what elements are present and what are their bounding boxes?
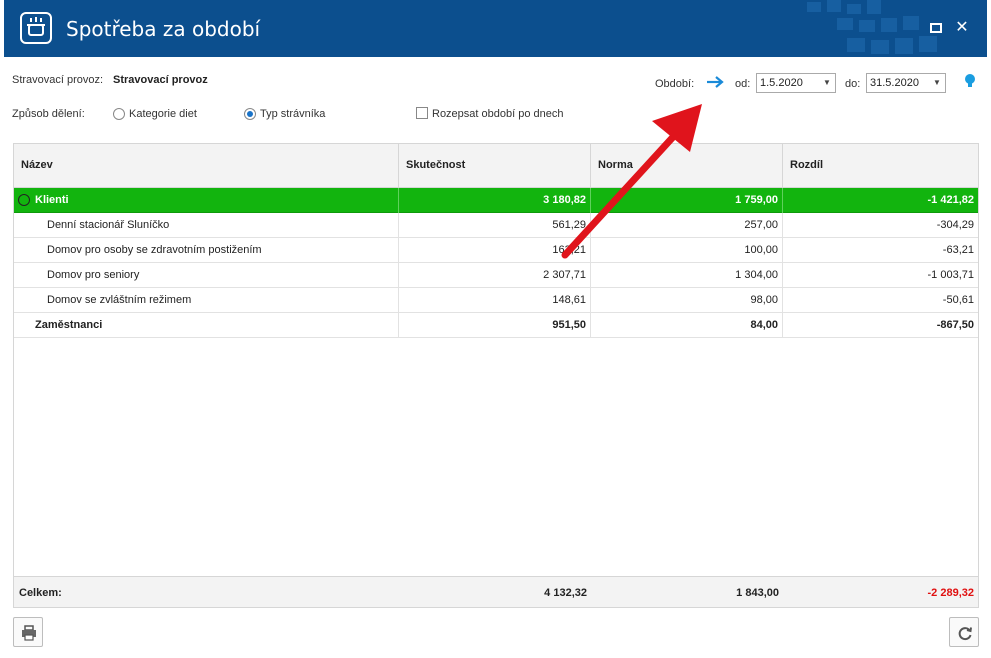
cell-nazev: Denní stacionář Sluníčko [14,213,399,238]
cell-norma: 98,00 [591,288,783,313]
footer-skutecnost: 4 132,32 [544,587,587,599]
column-header-skutecnost[interactable]: Skutečnost [399,144,591,187]
rozepsat-checkbox[interactable] [416,107,428,119]
column-header-norma[interactable]: Norma [591,144,783,187]
cell-rozdil: -867,50 [936,319,974,331]
arrow-right-icon[interactable] [706,75,724,89]
cell-norma: 1 759,00 [591,188,783,213]
table-row[interactable]: Domov se zvláštním režimem 148,61 98,00 … [14,288,978,313]
obdobi-label: Období: [655,78,695,90]
od-date-value: 1.5.2020 [760,77,803,89]
cell-norma: 257,00 [591,213,783,238]
grid-header: Název Skutečnost Norma Rozdíl [14,144,978,188]
cell-nazev: Domov se zvláštním režimem [14,288,399,313]
radio-kategorie-diet-label[interactable]: Kategorie diet [129,108,197,120]
cell-norma: 1 304,00 [591,263,783,288]
cell-rozdil: -1 421,82 [927,194,974,206]
refresh-button[interactable] [949,617,979,647]
do-date-field[interactable]: 31.5.2020 ▼ [866,73,946,93]
grid-footer: Celkem: 4 132,32 1 843,00 -2 289,32 [14,576,978,607]
cell-skutecnost: 3 180,82 [399,188,591,213]
radio-kategorie-diet[interactable] [113,108,125,120]
pot-icon [20,12,52,44]
od-label: od: [735,78,751,90]
provoz-value: Stravovací provoz [113,74,208,86]
column-header-nazev[interactable]: Název [14,144,399,187]
rozepsat-checkbox-label[interactable]: Rozepsat období po dnech [432,108,564,120]
cell-skutecnost: 2 307,71 [399,263,591,288]
cell-norma: 84,00 [591,313,783,338]
cell-rozdil: -63,21 [942,244,974,256]
deleni-label: Způsob dělení: [12,108,85,120]
window-title: Spotřeba za období [66,17,261,41]
lightbulb-icon[interactable] [964,73,976,89]
table-row[interactable]: Denní stacionář Sluníčko 561,29 257,00 -… [14,213,978,238]
do-date-value: 31.5.2020 [870,77,919,89]
cell-skutecnost: 951,50 [399,313,591,338]
cell-skutecnost: 163,21 [399,238,591,263]
cell-nazev: Domov pro seniory [14,263,399,288]
refresh-icon [958,627,972,641]
radio-typ-stravnika-label[interactable]: Typ strávníka [260,108,325,120]
od-dropdown-icon[interactable]: ▼ [819,74,835,92]
cell-nazev: Domov pro osoby se zdravotním postižením [14,238,399,263]
titlebar-pattern [807,0,937,54]
cell-rozdil: -1 003,71 [927,269,974,281]
footer-label: Celkem: [19,587,62,599]
od-date-field[interactable]: 1.5.2020 ▼ [756,73,836,93]
table-row-bold[interactable]: Zaměstnanci 951,50 84,00 -867,50 [14,313,978,338]
cell-skutecnost: 561,29 [399,213,591,238]
do-label: do: [845,78,861,90]
table-row[interactable]: Domov pro osoby se zdravotním postižením… [14,238,978,263]
footer-rozdil: -2 289,32 [927,587,974,599]
cell-nazev: Klienti [14,188,399,213]
close-icon[interactable]: ✕ [954,20,970,36]
cell-skutecnost: 148,61 [399,288,591,313]
provoz-label: Stravovací provoz: [12,74,104,86]
cell-norma: 100,00 [591,238,783,263]
radio-typ-stravnika[interactable] [244,108,256,120]
column-header-rozdil[interactable]: Rozdíl [783,144,978,187]
data-grid: Název Skutečnost Norma Rozdíl Klienti 3 … [13,143,979,608]
table-row[interactable]: Domov pro seniory 2 307,71 1 304,00 -1 0… [14,263,978,288]
printer-icon [22,625,36,641]
footer-norma: 1 843,00 [736,587,779,599]
cell-nazev: Zaměstnanci [14,313,399,338]
maximize-icon[interactable] [928,20,944,36]
print-button[interactable] [13,617,43,647]
cell-rozdil: -50,61 [942,294,974,306]
table-row-group[interactable]: Klienti 3 180,82 1 759,00 -1 421,82 [14,188,978,213]
do-dropdown-icon[interactable]: ▼ [929,74,945,92]
cell-rozdil: -304,29 [936,219,974,231]
window-titlebar: Spotřeba za období ✕ [4,0,987,57]
